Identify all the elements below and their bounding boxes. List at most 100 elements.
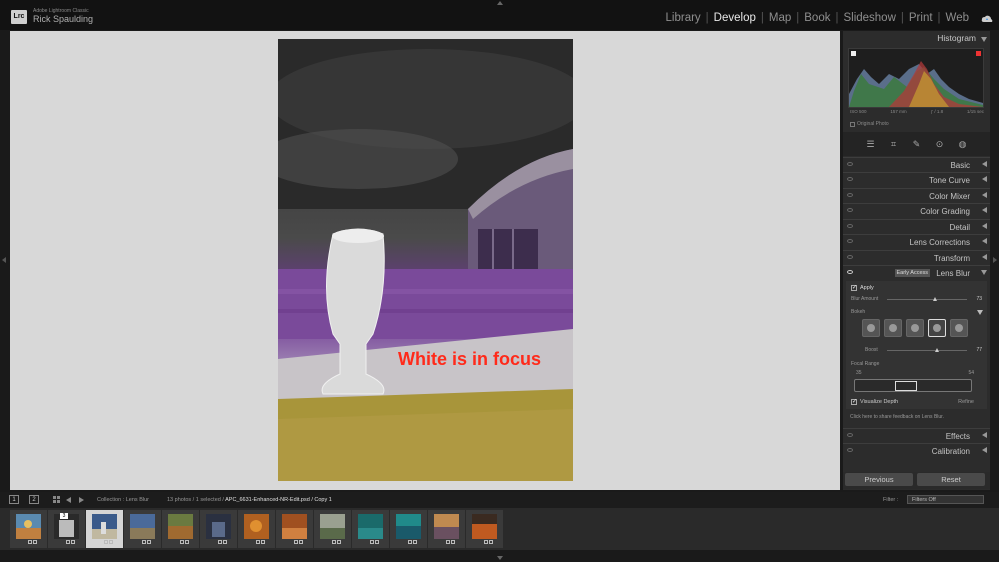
collapse-top-arrow-icon[interactable] xyxy=(497,1,503,5)
filmstrip-thumb[interactable] xyxy=(200,510,237,548)
module-print[interactable]: Print xyxy=(909,12,933,24)
apply-toggle[interactable]: ✓ Apply xyxy=(851,285,874,291)
filmstrip-thumb-selected[interactable] xyxy=(86,510,123,548)
grid-view-icon[interactable] xyxy=(53,496,61,503)
photo-preview[interactable]: White is in focus xyxy=(278,39,573,481)
previous-button[interactable]: Previous xyxy=(845,473,913,486)
filmstrip-thumb[interactable] xyxy=(276,510,313,548)
eye-icon[interactable] xyxy=(847,270,853,274)
panel-lens-blur[interactable]: Early Access Lens Blur xyxy=(843,265,990,280)
histogram[interactable] xyxy=(848,48,984,108)
filmstrip-thumb[interactable] xyxy=(390,510,427,548)
forward-arrow-icon[interactable] xyxy=(79,497,84,503)
blur-amount-value[interactable]: 73 xyxy=(976,296,982,302)
cloud-sync-icon[interactable] xyxy=(981,15,993,23)
collapse-bottom-arrow-icon[interactable] xyxy=(497,556,503,560)
collapse-triangle-icon[interactable] xyxy=(981,270,987,275)
filter-dropdown[interactable]: Filters Off xyxy=(907,495,984,504)
panel-color-grading[interactable]: Color Grading xyxy=(843,203,990,218)
filmstrip-thumb-stack[interactable]: 3 xyxy=(48,510,85,548)
eye-icon[interactable] xyxy=(847,433,853,437)
slider-knob[interactable] xyxy=(935,348,939,352)
expand-triangle-icon[interactable] xyxy=(982,192,987,198)
original-photo-toggle[interactable]: Original Photo xyxy=(850,121,889,127)
module-book[interactable]: Book xyxy=(804,12,830,24)
expand-triangle-icon[interactable] xyxy=(982,207,987,213)
blur-amount-slider[interactable]: Blur Amount 73 xyxy=(851,296,982,304)
eye-icon[interactable] xyxy=(847,208,853,212)
module-map[interactable]: Map xyxy=(769,12,791,24)
panel-tone-curve[interactable]: Tone Curve xyxy=(843,172,990,187)
focal-range-handle[interactable] xyxy=(895,381,917,391)
eye-icon[interactable] xyxy=(847,239,853,243)
visualize-depth-checkbox[interactable]: ✓ xyxy=(851,399,857,405)
crop-icon[interactable]: ⌗ xyxy=(889,139,898,149)
collapse-triangle-icon[interactable] xyxy=(981,37,987,42)
red-eye-icon[interactable]: ⊙ xyxy=(935,139,944,149)
module-slideshow[interactable]: Slideshow xyxy=(843,12,895,24)
expand-triangle-icon[interactable] xyxy=(982,447,987,453)
slider-knob[interactable] xyxy=(933,297,937,301)
expand-triangle-icon[interactable] xyxy=(982,432,987,438)
collection-source[interactable]: Collection : Lens Blur xyxy=(97,497,149,503)
module-develop[interactable]: Develop xyxy=(714,12,756,24)
boost-value[interactable]: 77 xyxy=(976,347,982,353)
eye-icon[interactable] xyxy=(847,255,853,259)
apply-checkbox[interactable]: ✓ xyxy=(851,285,857,291)
bokeh-dropdown-icon[interactable] xyxy=(977,310,983,315)
filmstrip-thumb[interactable] xyxy=(162,510,199,548)
bokeh-preset-cat-eye[interactable] xyxy=(950,319,968,337)
slider-track[interactable] xyxy=(887,350,967,351)
screen-1-button[interactable]: 1 xyxy=(9,495,19,504)
original-photo-checkbox[interactable] xyxy=(850,121,855,127)
current-filename[interactable]: APC_6631-Enhanced-NR-Edit.psd / Copy 1 xyxy=(225,497,332,503)
healing-brush-icon[interactable]: ✎ xyxy=(912,139,921,149)
eye-icon[interactable] xyxy=(847,224,853,228)
panel-color-mixer[interactable]: Color Mixer xyxy=(843,188,990,203)
bokeh-preset-circle[interactable] xyxy=(862,319,880,337)
eye-icon[interactable] xyxy=(847,193,853,197)
panel-basic[interactable]: Basic xyxy=(843,157,990,172)
expand-triangle-icon[interactable] xyxy=(982,161,987,167)
panel-effects[interactable]: Effects xyxy=(843,428,990,443)
filmstrip-thumb[interactable] xyxy=(314,510,351,548)
module-library[interactable]: Library xyxy=(666,12,701,24)
bokeh-preset-blade[interactable] xyxy=(906,319,924,337)
panel-transform[interactable]: Transform xyxy=(843,250,990,265)
reset-button[interactable]: Reset xyxy=(917,473,985,486)
eye-icon[interactable] xyxy=(847,177,853,181)
bokeh-preset-ring[interactable] xyxy=(928,319,946,337)
back-arrow-icon[interactable] xyxy=(66,497,71,503)
edit-sliders-icon[interactable]: ☰ xyxy=(866,139,875,149)
boost-slider[interactable]: Boost 77 xyxy=(851,347,982,355)
refine-link[interactable]: Refine xyxy=(958,399,974,405)
filmstrip-thumb[interactable] xyxy=(124,510,161,548)
expand-triangle-icon[interactable] xyxy=(982,238,987,244)
focal-range-selector[interactable] xyxy=(854,379,972,392)
eye-icon[interactable] xyxy=(847,448,853,452)
filmstrip-thumb[interactable] xyxy=(352,510,389,548)
filmstrip-thumb[interactable] xyxy=(466,510,503,548)
visualize-depth-toggle[interactable]: ✓ Visualize Depth Refine xyxy=(851,399,982,405)
panel-lens-corrections[interactable]: Lens Corrections xyxy=(843,234,990,249)
eye-icon[interactable] xyxy=(847,162,853,166)
user-name[interactable]: Rick Spaulding xyxy=(33,14,93,24)
expand-triangle-icon[interactable] xyxy=(982,254,987,260)
histogram-header[interactable]: Histogram xyxy=(843,33,990,45)
bokeh-preset-bubble[interactable] xyxy=(884,319,902,337)
expand-triangle-icon[interactable] xyxy=(982,176,987,182)
filmstrip-thumb[interactable] xyxy=(10,510,47,548)
collapse-left-arrow-icon[interactable] xyxy=(2,257,6,263)
masking-icon[interactable]: ◍ xyxy=(958,139,967,149)
panel-detail[interactable]: Detail xyxy=(843,219,990,234)
screen-2-button[interactable]: 2 xyxy=(29,495,39,504)
filmstrip-thumb[interactable] xyxy=(238,510,275,548)
feedback-link[interactable]: Click here to share feedback on Lens Blu… xyxy=(846,411,987,423)
panel-calibration[interactable]: Calibration xyxy=(843,443,990,458)
stack-count-badge[interactable]: 3 xyxy=(60,513,68,519)
image-canvas[interactable]: White is in focus xyxy=(10,31,840,490)
expand-triangle-icon[interactable] xyxy=(982,223,987,229)
module-web[interactable]: Web xyxy=(946,12,969,24)
collapse-right-arrow-icon[interactable] xyxy=(993,257,997,263)
slider-track[interactable] xyxy=(887,299,967,300)
